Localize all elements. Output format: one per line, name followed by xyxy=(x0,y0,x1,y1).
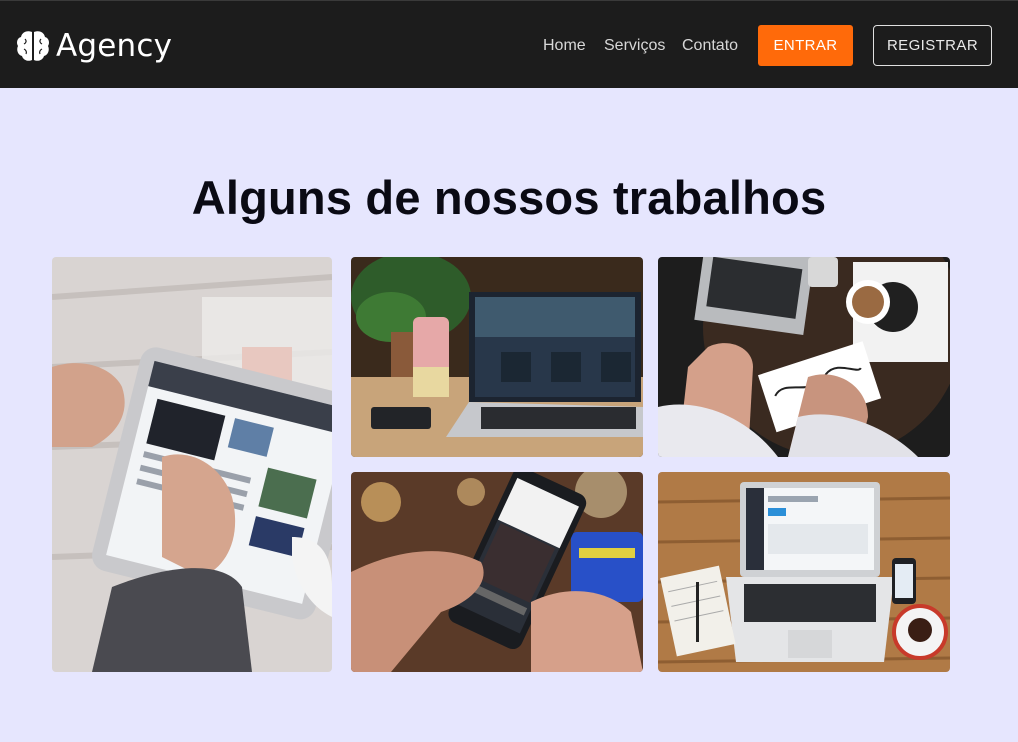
laptop-plant-photo xyxy=(351,257,643,457)
laptop-dashboard-photo xyxy=(658,472,950,672)
portfolio-image-phone-shopping[interactable] xyxy=(351,472,643,672)
portfolio-image-laptop-dashboard[interactable] xyxy=(658,472,950,672)
nav-home-link[interactable]: Home xyxy=(543,37,586,55)
section-title: Alguns de nossos trabalhos xyxy=(191,171,827,224)
phone-shopping-photo xyxy=(351,472,643,672)
portfolio-image-tablet[interactable] xyxy=(52,257,332,672)
brand-logo[interactable]: Agency xyxy=(16,27,172,65)
portfolio-image-laptop-coffee[interactable] xyxy=(658,257,950,457)
tablet-photo xyxy=(52,257,332,672)
navbar: Agency Home Serviços Contato ENTRAR REGI… xyxy=(0,0,1018,88)
brain-icon xyxy=(17,31,49,61)
register-button[interactable]: REGISTRAR xyxy=(873,25,992,66)
laptop-coffee-photo xyxy=(658,257,950,457)
nav-contact-link[interactable]: Contato xyxy=(682,37,738,55)
portfolio-image-laptop-plant[interactable] xyxy=(351,257,643,457)
brand-name: Agency xyxy=(56,28,173,64)
login-button[interactable]: ENTRAR xyxy=(758,25,853,66)
nav-services-link[interactable]: Serviços xyxy=(604,37,665,55)
